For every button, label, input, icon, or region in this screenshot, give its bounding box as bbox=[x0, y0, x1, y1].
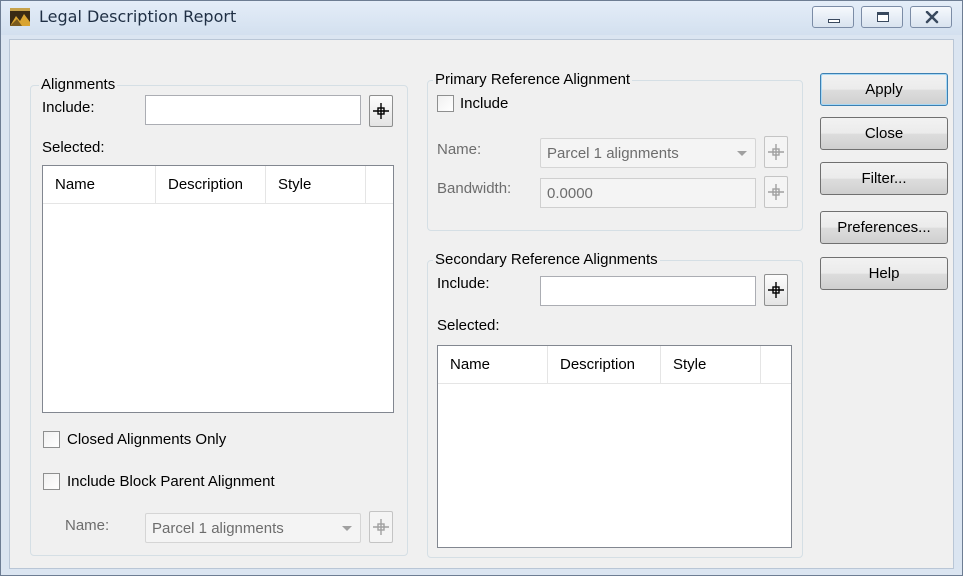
crosshair-icon bbox=[373, 103, 389, 119]
dialog-client-area: Alignments Include: Selected: Name Descr… bbox=[9, 39, 954, 569]
crosshair-icon bbox=[768, 184, 784, 200]
app-icon bbox=[10, 8, 30, 26]
secondary-selected-list[interactable]: Name Description Style bbox=[437, 345, 792, 548]
legal-description-report-window: Legal Description Report Alignments Incl… bbox=[0, 0, 963, 576]
secondary-reference-group-label: Secondary Reference Alignments bbox=[433, 251, 660, 269]
block-parent-name-select[interactable]: Parcel 1 alignments bbox=[145, 513, 361, 543]
column-header-style[interactable]: Style bbox=[661, 346, 761, 384]
alignments-selected-list[interactable]: Name Description Style bbox=[42, 165, 394, 413]
column-header-name[interactable]: Name bbox=[43, 166, 156, 204]
window-title: Legal Description Report bbox=[39, 7, 237, 26]
secondary-list-header: Name Description Style bbox=[438, 346, 791, 384]
primary-bandwidth-pick-button[interactable] bbox=[764, 176, 788, 208]
apply-button[interactable]: Apply bbox=[820, 73, 948, 106]
column-header-description[interactable]: Description bbox=[156, 166, 266, 204]
primary-include-label[interactable]: Include bbox=[460, 95, 508, 113]
chevron-down-icon bbox=[342, 526, 352, 531]
column-header-name[interactable]: Name bbox=[438, 346, 548, 384]
alignments-include-label: Include: bbox=[42, 99, 95, 116]
maximize-button[interactable] bbox=[861, 6, 903, 28]
include-block-parent-label[interactable]: Include Block Parent Alignment bbox=[67, 473, 275, 491]
minimize-button[interactable] bbox=[812, 6, 854, 28]
secondary-pick-button[interactable] bbox=[764, 274, 788, 306]
primary-include-checkbox[interactable] bbox=[437, 95, 454, 112]
primary-name-pick-button[interactable] bbox=[764, 136, 788, 168]
alignments-list-header: Name Description Style bbox=[43, 166, 393, 204]
alignments-selected-label: Selected: bbox=[42, 139, 105, 156]
alignments-pick-button[interactable] bbox=[369, 95, 393, 127]
minimize-icon bbox=[828, 19, 840, 23]
alignments-include-input[interactable] bbox=[145, 95, 361, 125]
maximize-icon bbox=[877, 12, 889, 22]
secondary-include-label: Include: bbox=[437, 275, 490, 292]
secondary-include-input[interactable] bbox=[540, 276, 756, 306]
primary-bandwidth-input[interactable]: 0.0000 bbox=[540, 178, 756, 208]
column-header-description[interactable]: Description bbox=[548, 346, 661, 384]
closed-alignments-only-checkbox[interactable] bbox=[43, 431, 60, 448]
crosshair-icon bbox=[768, 282, 784, 298]
primary-bandwidth-label: Bandwidth: bbox=[437, 180, 512, 197]
crosshair-icon bbox=[768, 144, 784, 160]
primary-name-label: Name: bbox=[437, 141, 482, 158]
include-block-parent-checkbox[interactable] bbox=[43, 473, 60, 490]
block-parent-name-label: Name: bbox=[65, 517, 110, 534]
crosshair-icon bbox=[373, 519, 389, 535]
closed-alignments-only-label[interactable]: Closed Alignments Only bbox=[67, 431, 226, 449]
close-button[interactable]: Close bbox=[820, 117, 948, 150]
preferences-button[interactable]: Preferences... bbox=[820, 211, 948, 244]
chevron-down-icon bbox=[737, 151, 747, 156]
alignments-group-label: Alignments bbox=[39, 76, 118, 94]
title-bar[interactable]: Legal Description Report bbox=[1, 1, 962, 35]
close-icon bbox=[925, 11, 939, 24]
secondary-selected-label: Selected: bbox=[437, 317, 500, 334]
filter-button[interactable]: Filter... bbox=[820, 162, 948, 195]
primary-name-select[interactable]: Parcel 1 alignments bbox=[540, 138, 756, 168]
primary-reference-group-label: Primary Reference Alignment bbox=[433, 71, 633, 89]
block-parent-pick-button[interactable] bbox=[369, 511, 393, 543]
help-button[interactable]: Help bbox=[820, 257, 948, 290]
close-window-button[interactable] bbox=[910, 6, 952, 28]
column-header-style[interactable]: Style bbox=[266, 166, 366, 204]
